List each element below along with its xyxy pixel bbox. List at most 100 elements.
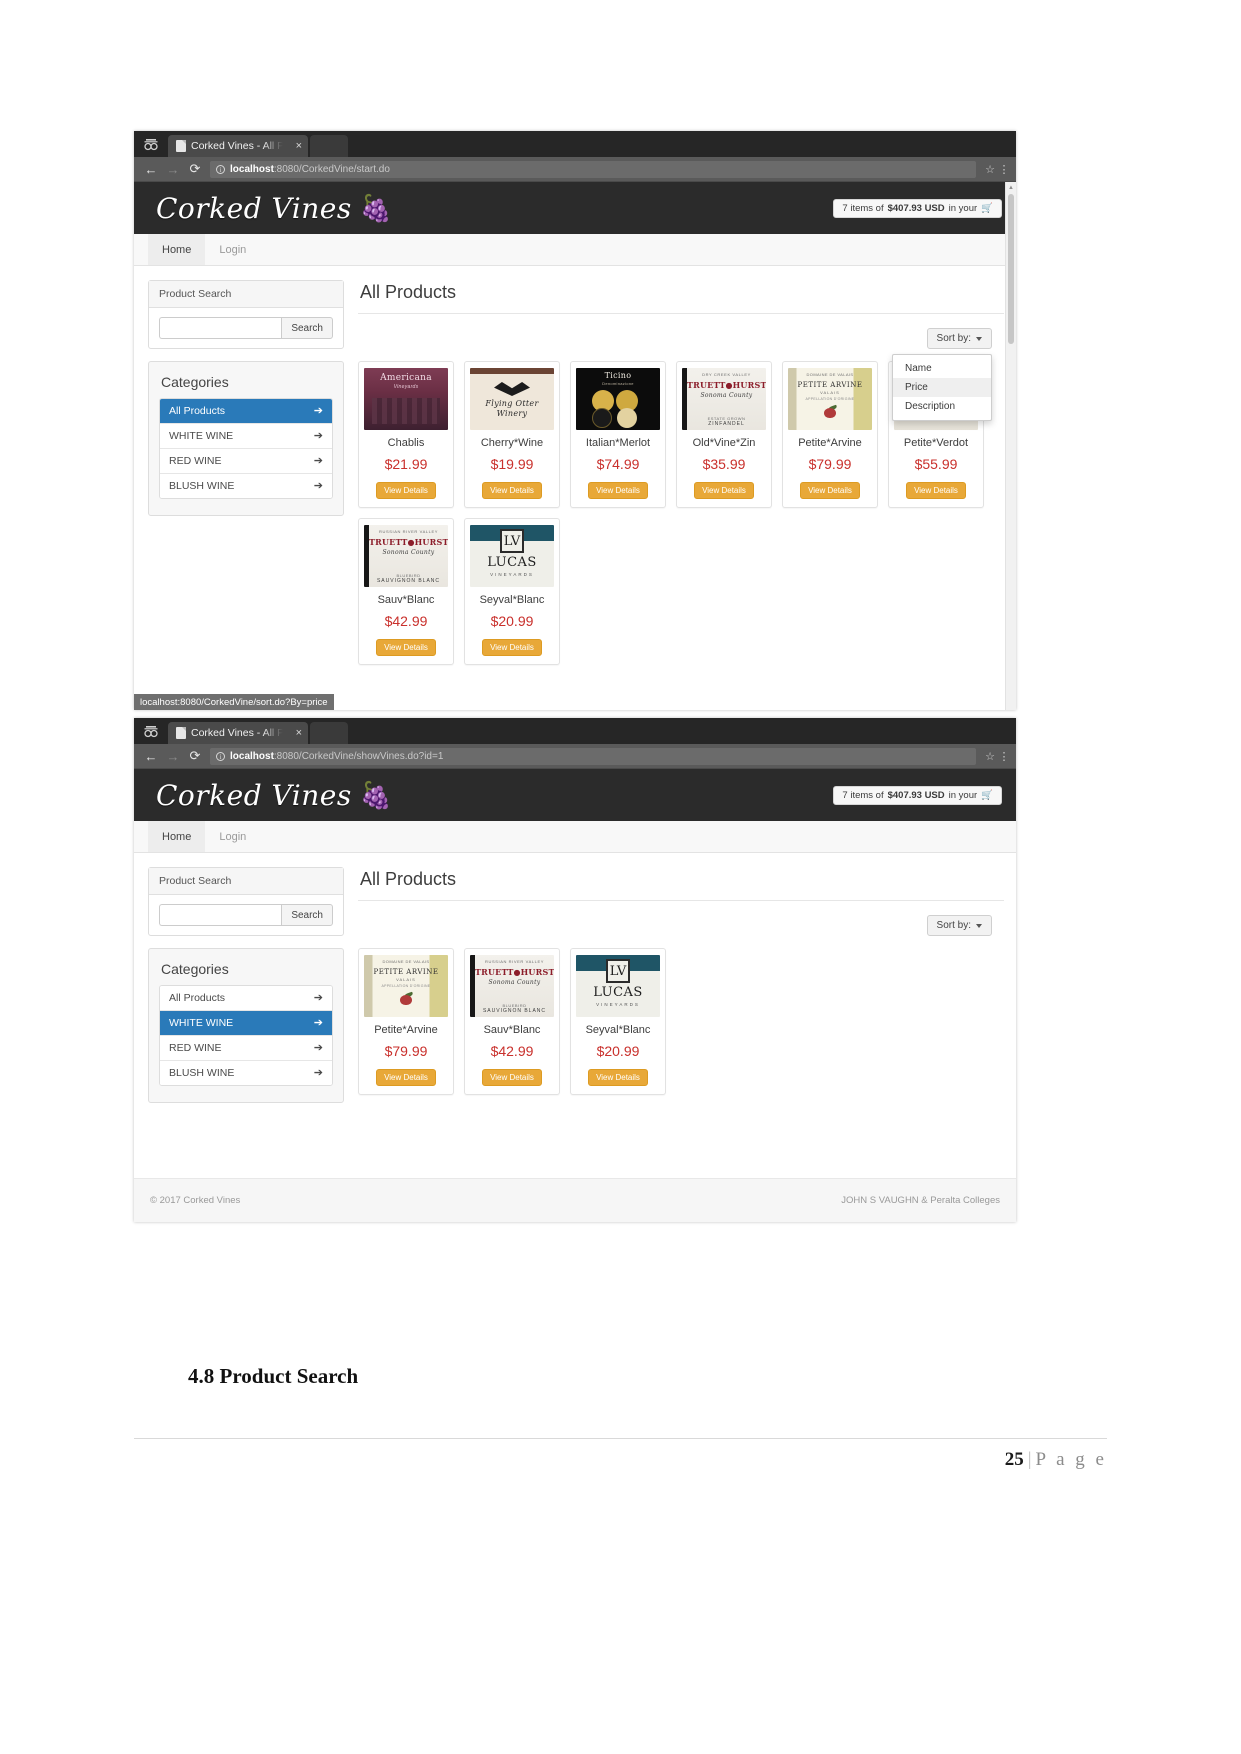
product-name: Sauv*Blanc [377, 594, 435, 606]
nav-item-login[interactable]: Login [205, 821, 260, 852]
site-nav-1: Home Login [134, 234, 1016, 266]
bookmark-star-icon[interactable]: ☆ [982, 750, 998, 763]
sort-row: Sort by: Name Price Description [358, 328, 1004, 421]
page-document-icon [176, 727, 186, 739]
arrow-right-icon: ➔ [313, 991, 323, 1004]
sort-option-description[interactable]: Description [893, 397, 991, 416]
product-name: Cherry*Wine [480, 437, 544, 449]
back-icon[interactable]: ← [140, 158, 162, 180]
product-name: Petite*Arvine [798, 437, 862, 449]
product-card[interactable]: LV LUCAS VINEYARDS Seyval*Blanc $20.99 V… [464, 518, 560, 665]
sort-by-button[interactable]: Sort by: [926, 915, 992, 936]
address-bar[interactable]: i localhost:8080/CorkedVine/showVines.do… [210, 747, 976, 765]
arrow-right-icon: ➔ [313, 1016, 323, 1029]
arrow-right-icon: ➔ [313, 454, 323, 467]
sidebar-item-white-wine[interactable]: WHITE WINE ➔ [160, 424, 332, 449]
close-icon[interactable]: × [296, 727, 302, 739]
view-details-button[interactable]: View Details [482, 1069, 542, 1086]
sidebar-item-all-products[interactable]: All Products ➔ [160, 399, 332, 424]
browser-window-bottom: Corked Vines - All Pr × ← → ⟳ i localhos… [134, 718, 1016, 1222]
incognito-icon [134, 718, 168, 744]
page-title: All Products [360, 869, 457, 889]
product-price: $74.99 [596, 456, 640, 472]
address-bar[interactable]: i localhost:8080/CorkedVine/start.do [210, 160, 976, 178]
new-tab-button[interactable] [310, 135, 348, 157]
product-name: Italian*Merlot [585, 437, 651, 449]
site-nav-2: Home Login [134, 821, 1016, 853]
sidebar-2: Product Search Search Categories All Pro… [148, 867, 344, 1103]
scroll-up-icon[interactable]: ▲ [1006, 182, 1016, 193]
product-card[interactable]: Americana Vineyards Chablis $21.99 View D… [358, 361, 454, 508]
product-image: Americana Vineyards [364, 368, 448, 430]
product-card[interactable]: Flying Otter Winery Cherry*Wine $19.99 Vi… [464, 361, 560, 508]
reload-icon[interactable]: ⟳ [184, 158, 206, 180]
nav-item-home[interactable]: Home [148, 821, 206, 852]
sidebar-item-blush-wine[interactable]: BLUSH WINE ➔ [160, 474, 332, 498]
cart-summary-badge[interactable]: 7 items of $407.93 USD in your 🛒 [833, 785, 1002, 805]
scrollbar-thumb[interactable] [1008, 194, 1014, 344]
search-input[interactable] [159, 317, 282, 339]
bookmark-star-icon[interactable]: ☆ [982, 163, 998, 176]
sidebar-item-all-products[interactable]: All Products ➔ [160, 986, 332, 1011]
product-card[interactable]: RUSSIAN RIVER VALLEY TRUETT●HURST Sonoma… [464, 948, 560, 1095]
view-details-button[interactable]: View Details [906, 482, 966, 499]
sort-option-price[interactable]: Price [893, 378, 991, 397]
view-details-button[interactable]: View Details [588, 482, 648, 499]
sidebar-item-blush-wine[interactable]: BLUSH WINE ➔ [160, 1061, 332, 1085]
new-tab-button[interactable] [310, 722, 348, 744]
reload-icon[interactable]: ⟳ [184, 745, 206, 767]
product-card[interactable]: Ticino Denominazione Italian*Merlot $74.9… [570, 361, 666, 508]
categories-panel: Categories All Products ➔ WHITE WINE ➔ R… [148, 361, 344, 516]
grapes-wineglass-icon: 🍇 [359, 780, 393, 810]
site-info-icon[interactable]: i [216, 751, 225, 761]
view-details-button[interactable]: View Details [376, 1069, 436, 1086]
view-details-button[interactable]: View Details [588, 1069, 648, 1086]
view-details-button[interactable]: View Details [694, 482, 754, 499]
nav-item-login[interactable]: Login [205, 234, 260, 265]
product-card[interactable]: DOMAINE DE VALAIS PETITE ARVINE VALAIS A… [358, 948, 454, 1095]
page-body-2: Product Search Search Categories All Pro… [134, 853, 1016, 1103]
view-details-button[interactable]: View Details [376, 639, 436, 656]
categories-list: All Products ➔ WHITE WINE ➔ RED WINE ➔ B… [159, 398, 333, 499]
back-icon[interactable]: ← [140, 745, 162, 767]
sort-option-name[interactable]: Name [893, 359, 991, 378]
site-info-icon[interactable]: i [216, 164, 225, 174]
product-name: Petite*Arvine [374, 1024, 438, 1036]
forward-icon[interactable]: → [162, 158, 184, 180]
cart-summary-badge[interactable]: 7 items of $407.93 USD in your 🛒 [833, 198, 1002, 218]
page-document-icon [176, 140, 186, 152]
search-button[interactable]: Search [281, 317, 333, 339]
title-divider [358, 900, 1004, 901]
view-details-button[interactable]: View Details [482, 482, 542, 499]
sidebar-item-white-wine[interactable]: WHITE WINE ➔ [160, 1011, 332, 1036]
footer-divider [134, 1438, 1107, 1439]
categories-list: All Products ➔ WHITE WINE ➔ RED WINE ➔ B… [159, 985, 333, 1086]
browser-tab-1[interactable]: Corked Vines - All Pr × [168, 135, 308, 157]
product-card[interactable]: DRY CREEK VALLEY TRUETT●HURST Sonoma Cou… [676, 361, 772, 508]
view-details-button[interactable]: View Details [482, 639, 542, 656]
view-details-button[interactable]: View Details [800, 482, 860, 499]
search-button[interactable]: Search [281, 904, 333, 926]
browser-menu-icon[interactable]: ⋮ [998, 163, 1010, 176]
categories-panel: Categories All Products ➔ WHITE WINE ➔ R… [148, 948, 344, 1103]
site-logo[interactable]: Corked Vines [156, 779, 352, 812]
close-icon[interactable]: × [296, 140, 302, 152]
category-label: BLUSH WINE [169, 480, 235, 492]
view-details-button[interactable]: View Details [376, 482, 436, 499]
browser-tab-2[interactable]: Corked Vines - All Pr × [168, 722, 308, 744]
sidebar-item-red-wine[interactable]: RED WINE ➔ [160, 1036, 332, 1061]
nav-item-home[interactable]: Home [148, 234, 206, 265]
sort-by-button[interactable]: Sort by: [926, 328, 992, 349]
forward-icon[interactable]: → [162, 745, 184, 767]
product-card[interactable]: LV LUCAS VINEYARDS Seyval*Blanc $20.99 V… [570, 948, 666, 1095]
product-search-title: Product Search [149, 868, 343, 895]
browser-window-top: Corked Vines - All Pr × ← → ⟳ i localhos… [134, 131, 1016, 710]
vertical-scrollbar[interactable]: ▲ [1005, 182, 1016, 710]
footer-copyright: © 2017 Corked Vines [150, 1195, 241, 1206]
product-card[interactable]: RUSSIAN RIVER VALLEY TRUETT●HURST Sonoma… [358, 518, 454, 665]
browser-menu-icon[interactable]: ⋮ [998, 750, 1010, 763]
site-logo[interactable]: Corked Vines [156, 192, 352, 225]
search-input[interactable] [159, 904, 282, 926]
product-card[interactable]: DOMAINE DE VALAIS PETITE ARVINE VALAIS A… [782, 361, 878, 508]
sidebar-item-red-wine[interactable]: RED WINE ➔ [160, 449, 332, 474]
